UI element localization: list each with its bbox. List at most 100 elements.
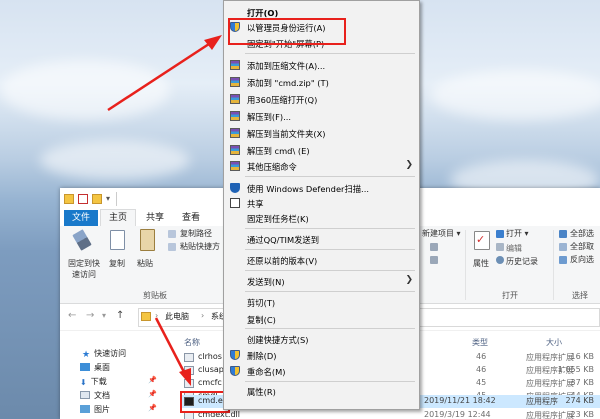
menu-separator <box>245 270 415 271</box>
address-segment-this-pc[interactable]: 此电脑 <box>165 311 189 322</box>
nav-documents[interactable]: 文档 <box>80 390 110 401</box>
copy-path-icon[interactable] <box>168 230 176 238</box>
up-arrow-icon[interactable]: ↑ <box>116 310 124 321</box>
file-date: 2019/3/19 12:44 <box>424 410 491 419</box>
menu-item-label: 创建快捷方式(S) <box>247 335 309 345</box>
menu-item-pin-to-start[interactable]: 固定到"开始"屏幕(P) <box>224 36 419 50</box>
recent-dropdown-icon[interactable]: ▾ <box>102 311 106 320</box>
menu-item-label: 属性(R) <box>247 387 276 397</box>
menu-item-extract-to[interactable]: 解压到(F)... <box>224 109 419 123</box>
cmd-exe-icon <box>184 397 194 406</box>
history-icon <box>496 256 504 264</box>
column-header-name[interactable]: 名称 <box>184 337 200 348</box>
tab-share[interactable]: 共享 <box>138 210 172 226</box>
winrar-icon <box>230 161 240 171</box>
pin-quick-access-label-1[interactable]: 固定到快 <box>68 258 100 269</box>
paste-shortcut-icon[interactable] <box>168 243 176 251</box>
menu-item-restore-previous[interactable]: 还原以前的版本(V) <box>224 253 419 267</box>
menu-item-delete[interactable]: 删除(D) <box>224 348 419 362</box>
back-arrow-icon[interactable]: ← <box>68 310 76 321</box>
menu-item-add-to-archive[interactable]: 添加到压缩文件(A)... <box>224 58 419 72</box>
menu-separator <box>245 228 415 229</box>
menu-item-add-to-cmd-zip[interactable]: 添加到 "cmd.zip" (T) <box>224 75 419 89</box>
properties-check-icon[interactable] <box>78 194 88 204</box>
menu-item-rename[interactable]: 重命名(M) <box>224 364 419 378</box>
forward-arrow-icon[interactable]: → <box>86 310 94 321</box>
column-header-size[interactable]: 大小 <box>546 337 562 348</box>
address-separator-2: › <box>201 311 205 320</box>
dll-file-icon <box>184 411 194 419</box>
menu-item-extract-here[interactable]: 解压到当前文件夹(X) <box>224 126 419 140</box>
new-item-label: 新建项目 <box>422 229 454 238</box>
history-button[interactable]: 历史记录 <box>506 256 538 267</box>
tab-view[interactable]: 查看 <box>174 210 208 226</box>
tab-home[interactable]: 主页 <box>100 209 136 227</box>
menu-item-open[interactable]: 打开(O) <box>224 5 419 19</box>
new-folder-icon[interactable] <box>92 194 102 204</box>
select-group-label: 选择 <box>572 291 588 300</box>
open-label: 打开 <box>506 229 522 238</box>
open-icon <box>496 230 504 238</box>
menu-item-properties[interactable]: 属性(R) <box>224 384 419 398</box>
nav-pictures[interactable]: 图片 <box>80 404 110 415</box>
menu-item-send-to[interactable]: 发送到(N) ❯ <box>224 274 419 288</box>
paste-button[interactable]: 粘贴 <box>137 258 153 269</box>
paste-icon[interactable] <box>140 229 155 251</box>
file-size: 37 KB <box>570 378 594 387</box>
menu-item-label: 解压到当前文件夹(X) <box>247 129 326 139</box>
download-arrow-icon: ⬇ <box>80 378 87 387</box>
menu-separator <box>245 291 415 292</box>
menu-item-label: 解压到 cmd\ (E) <box>247 146 310 156</box>
menu-item-label: 通过QQ/TIM发送到 <box>247 235 320 245</box>
menu-item-open-with-360[interactable]: 用360压缩打开(Q) <box>224 92 419 106</box>
quick-access-dropdown-icon[interactable]: ▾ <box>106 194 116 204</box>
open-button[interactable]: 打开 ▾ <box>506 228 529 239</box>
menu-item-extract-to-cmd[interactable]: 解压到 cmd\ (E) <box>224 143 419 157</box>
new-item-icon-1 <box>430 243 438 251</box>
edit-button[interactable]: 编辑 <box>506 243 522 254</box>
file-type: 应用程序扩展 <box>526 379 574 388</box>
copy-icon[interactable] <box>110 230 125 250</box>
menu-item-create-shortcut[interactable]: 创建快捷方式(S) <box>224 332 419 346</box>
new-item-icon-2 <box>430 256 438 264</box>
copy-button[interactable]: 复制 <box>109 258 125 269</box>
desktop-icon <box>80 363 90 371</box>
file-row[interactable]: cmdext.dll 2019/3/19 12:44 应用程序扩展 23 KB <box>180 409 600 419</box>
winrar-icon <box>230 145 240 155</box>
menu-item-label: 固定到任务栏(K) <box>247 214 309 224</box>
submenu-chevron-icon: ❯ <box>405 275 413 285</box>
menu-item-send-via-qq-tim[interactable]: 通过QQ/TIM发送到 <box>224 232 419 246</box>
menu-item-copy[interactable]: 复制(C) <box>224 312 419 326</box>
new-item-button[interactable]: 新建项目 ▾ <box>422 228 461 239</box>
nav-downloads[interactable]: ⬇ 下载 <box>80 376 107 387</box>
select-none-button[interactable]: 全部取 <box>570 241 594 252</box>
menu-item-share[interactable]: 共享 <box>224 196 419 210</box>
menu-separator <box>245 381 415 382</box>
properties-button[interactable]: 属性 <box>473 258 489 269</box>
invert-selection-button[interactable]: 反向选 <box>570 254 594 265</box>
column-header-type[interactable]: 类型 <box>472 337 488 348</box>
uac-shield-icon <box>230 22 240 32</box>
invert-selection-icon <box>559 256 567 264</box>
menu-item-other-compress[interactable]: 其他压缩命令 ❯ <box>224 159 419 173</box>
edit-label: 编辑 <box>506 244 522 253</box>
copy-path-button[interactable]: 复制路径 <box>180 228 212 239</box>
menu-item-label: 使用 Windows Defender扫描... <box>247 184 369 194</box>
menu-item-run-as-admin[interactable]: 以管理员身份运行(A) <box>224 20 419 34</box>
dll-file-icon <box>184 379 194 388</box>
menu-item-label: 添加到压缩文件(A)... <box>247 61 326 71</box>
nav-quick-access-label: 快速访问 <box>94 349 127 358</box>
menu-item-defender-scan[interactable]: 使用 Windows Defender扫描... <box>224 181 419 195</box>
nav-desktop[interactable]: 桌面 <box>80 362 110 373</box>
pin-icon[interactable] <box>72 229 92 251</box>
paste-shortcut-button[interactable]: 粘贴快捷方 <box>180 241 220 252</box>
defender-icon <box>230 183 240 193</box>
menu-item-pin-to-taskbar[interactable]: 固定到任务栏(K) <box>224 211 419 225</box>
picture-icon <box>80 405 90 413</box>
select-all-button[interactable]: 全部选 <box>570 228 594 239</box>
tab-file[interactable]: 文件 <box>64 210 98 226</box>
menu-item-cut[interactable]: 剪切(T) <box>224 295 419 309</box>
nav-quick-access[interactable]: ★ 快速访问 <box>82 348 126 360</box>
pin-quick-access-label-2[interactable]: 速访问 <box>72 269 96 280</box>
menu-item-label: 复制(C) <box>247 315 276 325</box>
